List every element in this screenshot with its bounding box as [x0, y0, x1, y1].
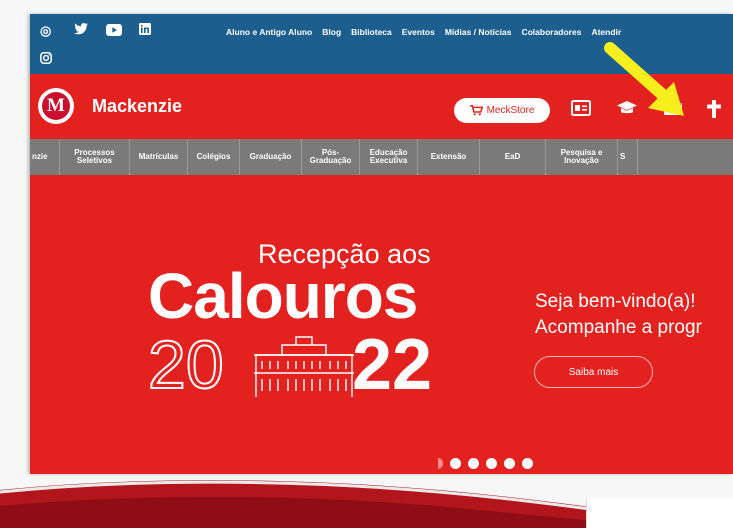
nav-item-pos-graduacao[interactable]: Pós-Graduação — [302, 139, 360, 175]
saiba-mais-button[interactable]: Saiba mais — [534, 356, 653, 388]
top-link-alumni[interactable]: Aluno e Antigo Aluno — [226, 27, 312, 37]
meckstore-label: MeckStore — [486, 105, 535, 116]
top-link-eventos[interactable]: Eventos — [402, 27, 435, 37]
top-link-blog[interactable]: Blog — [322, 27, 341, 37]
twitter-icon[interactable] — [74, 23, 88, 38]
nav-item-ead[interactable]: EaD — [480, 139, 546, 175]
top-link-colaboradores[interactable]: Colaboradores — [521, 27, 581, 37]
yellow-arrow-annotation — [604, 42, 684, 116]
screenshot-frame: ◎ Aluno e Antigo Aluno Blog Biblioteca E… — [0, 0, 733, 528]
carousel-dot[interactable] — [504, 458, 515, 469]
nav-item-extensao[interactable]: Extensão — [418, 139, 480, 175]
top-links: Aluno e Antigo Aluno Blog Biblioteca Eve… — [226, 27, 621, 37]
youtube-icon[interactable] — [106, 24, 122, 39]
top-link-atendimento[interactable]: Atendir — [591, 27, 621, 37]
instagram-icon[interactable] — [40, 52, 52, 67]
hero-banner: Recepção aos Calouros 20 22 Seja bem-vin… — [30, 175, 733, 474]
welcome-line-1: Seja bem-vindo(a)! — [535, 291, 696, 312]
cross-icon[interactable] — [707, 100, 721, 122]
nav-item-educacao-executiva[interactable]: Educação Executiva — [360, 139, 418, 175]
hero-title: Calouros — [148, 260, 418, 332]
nav-item-mackenzie[interactable]: nzie — [30, 139, 60, 175]
cart-icon — [469, 105, 483, 116]
nav-item-graduacao[interactable]: Graduação — [240, 139, 302, 175]
nav-item-colegios[interactable]: Colégios — [188, 139, 240, 175]
nav-item-pesquisa-inovacao[interactable]: Pesquisa e Inovação — [546, 139, 618, 175]
carousel-dot[interactable] — [438, 458, 443, 469]
building-illustration — [254, 336, 354, 397]
welcome-line-2: Acompanhe a progr — [535, 317, 702, 338]
carousel-dot[interactable] — [450, 458, 461, 469]
linkedin-icon[interactable] — [139, 23, 151, 38]
mackenzie-logo[interactable]: M — [38, 88, 74, 124]
main-nav: nzie Processos Seletivos Matrículas Colé… — [30, 139, 733, 175]
id-card-icon[interactable] — [571, 100, 591, 120]
year-left: 20 — [147, 327, 225, 403]
year-right: 22 — [352, 325, 433, 405]
carousel-dot[interactable] — [522, 458, 533, 469]
bottom-card — [586, 498, 733, 528]
carousel-dot[interactable] — [486, 458, 497, 469]
nav-item-more[interactable]: S — [618, 139, 638, 175]
instagram-icon[interactable]: ◎ — [40, 24, 51, 38]
browser-page: ◎ Aluno e Antigo Aluno Blog Biblioteca E… — [30, 14, 733, 474]
top-link-biblioteca[interactable]: Biblioteca — [351, 27, 392, 37]
logo-letter: M — [42, 92, 70, 120]
top-link-midias[interactable]: Mídias / Notícias — [445, 27, 512, 37]
carousel-dots — [438, 458, 533, 469]
brand-name[interactable]: Mackenzie — [92, 96, 182, 117]
carousel-dot[interactable] — [468, 458, 479, 469]
meckstore-button[interactable]: MeckStore — [454, 98, 550, 123]
nav-item-processos-seletivos[interactable]: Processos Seletivos — [60, 139, 130, 175]
nav-item-matriculas[interactable]: Matrículas — [130, 139, 188, 175]
